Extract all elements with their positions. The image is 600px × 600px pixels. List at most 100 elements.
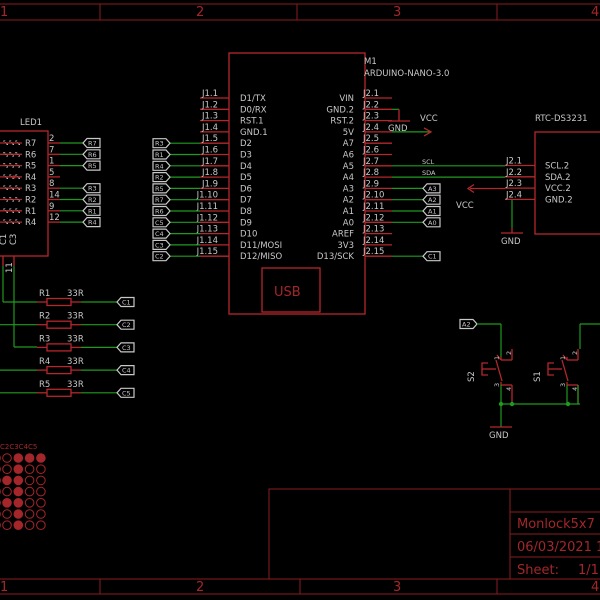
pin-name: 5V bbox=[343, 128, 354, 138]
resistor-name: R4 bbox=[39, 357, 50, 367]
matrix-dot-on bbox=[13, 498, 24, 508]
pin-name: SCL.2 bbox=[545, 162, 569, 172]
pin-name: 3V3 bbox=[337, 241, 354, 251]
matrix-dot-off bbox=[24, 464, 35, 475]
push-button-s1[interactable]: S11234 bbox=[533, 349, 579, 404]
resistor-r1[interactable]: R1 33R C1 bbox=[37, 289, 135, 308]
resistor-r4[interactable]: R4 33R C4 bbox=[0, 357, 135, 376]
gnd-label: GND bbox=[501, 237, 521, 247]
matrix-dot-off bbox=[24, 520, 35, 531]
pin-number: J2.12 bbox=[362, 213, 384, 223]
led-diode-icon: ⤡ bbox=[9, 207, 14, 215]
frame-col-3: 3 bbox=[393, 5, 401, 20]
pin-number: J1.2 bbox=[201, 100, 218, 110]
pin-number: J2.10 bbox=[362, 191, 384, 201]
net-port-label: R3 bbox=[155, 140, 164, 148]
led-diode-icon: ⤡ bbox=[3, 196, 8, 204]
switch-name: S2 bbox=[467, 371, 477, 382]
pin-name: D4 bbox=[240, 162, 252, 172]
matrix-dot-off bbox=[24, 498, 35, 508]
push-button-s2[interactable]: S2 12 34 bbox=[467, 349, 513, 404]
frame-col-4-bottom: 4 bbox=[591, 580, 599, 595]
resistor-value: 33R bbox=[67, 357, 84, 367]
pin-name: A2 bbox=[343, 196, 354, 206]
pin-number: J2.1 bbox=[362, 89, 379, 99]
led-diode-icon: ⤡ bbox=[15, 150, 20, 158]
resistor-body bbox=[46, 320, 72, 329]
matrix-dot-off bbox=[36, 498, 46, 508]
switch-pin-number: 3 bbox=[559, 383, 567, 387]
matrix-dot-off bbox=[36, 520, 46, 531]
pin-name: D2 bbox=[240, 139, 252, 149]
net-port-label: A1 bbox=[428, 208, 437, 216]
led-diode-icon: ⤡ bbox=[3, 218, 8, 226]
net-port-label: R5 bbox=[155, 185, 164, 193]
rtc-module[interactable]: RTC-DS3231 J2.1 SCL.2 J2.2 SDA.2 J2.3 VCC.2 J2… bbox=[456, 114, 600, 247]
resistor-name: R1 bbox=[39, 289, 50, 299]
col-label: C1 bbox=[0, 234, 9, 245]
matrix-dot-off bbox=[36, 475, 46, 486]
led-diode-icon: ⤡ bbox=[3, 184, 8, 192]
net-port-label: C1 bbox=[122, 299, 131, 307]
led-diode-icon: ⤡ bbox=[9, 139, 14, 147]
pin-name: D13/SCK bbox=[317, 252, 355, 262]
pin-name: R3 bbox=[25, 184, 36, 194]
net-port-label: C4 bbox=[155, 230, 164, 238]
pin-number: J2.1 bbox=[505, 157, 522, 167]
matrix-dot-off bbox=[2, 509, 12, 519]
pin-name: R6 bbox=[25, 150, 36, 160]
pin-name: GND.1 bbox=[240, 128, 268, 138]
net-port-label: R1 bbox=[88, 207, 97, 215]
frame-col-1: 1 bbox=[0, 5, 8, 20]
resistor-r3[interactable]: R3 33R C3 bbox=[37, 334, 135, 353]
title-text: Monlock5x7 bbox=[517, 517, 595, 532]
resistor-name: R3 bbox=[39, 334, 50, 344]
matrix-dot-on bbox=[13, 520, 24, 531]
pin-number: J2.15 bbox=[362, 247, 384, 257]
pin-name: A0 bbox=[343, 218, 354, 228]
junction-dot bbox=[565, 401, 571, 407]
led-diode-icon: ⤡ bbox=[3, 139, 8, 147]
switch-pin-number: 2 bbox=[571, 351, 579, 355]
led-diode-icon: ⤡ bbox=[15, 218, 20, 226]
arduino-nano[interactable]: USB M1 ARDUINO-NANO-3.0 J1.1 D1/TX J1.2 D0/… bbox=[152, 52, 505, 315]
pin-number: J2.4 bbox=[362, 123, 379, 133]
switch-pin-number: 1 bbox=[559, 356, 567, 360]
matrix-dot-on bbox=[2, 475, 12, 486]
pin-name: A6 bbox=[343, 151, 354, 161]
switch-pin-number: 3 bbox=[493, 383, 501, 387]
matrix-dot-on bbox=[2, 498, 12, 508]
pin-name: GND.2 bbox=[545, 195, 573, 205]
matrix-dot-off bbox=[2, 520, 12, 531]
pin-number: J2.13 bbox=[362, 225, 384, 235]
led-diode-icon: ⤡ bbox=[9, 196, 14, 204]
pin-number: J2.3 bbox=[505, 179, 522, 189]
pin-name: D1/TX bbox=[240, 94, 266, 104]
resistor-body bbox=[46, 365, 72, 375]
matrix-dot-off bbox=[24, 509, 35, 519]
col-label: C3 bbox=[9, 234, 19, 245]
net-port-label: R1 bbox=[155, 151, 164, 159]
matrix-dot-on bbox=[13, 509, 24, 519]
resistor-r2[interactable]: R2 33R C2 bbox=[0, 312, 135, 330]
date-text: 06/03/2021 1 bbox=[517, 540, 600, 555]
resistor-value: 33R bbox=[67, 380, 84, 390]
net-port-label: A3 bbox=[428, 185, 437, 193]
net-port-label: R4 bbox=[155, 162, 164, 170]
pin-name: A5 bbox=[343, 162, 354, 172]
rtc-name: RTC-DS3231 bbox=[535, 114, 588, 124]
arduino-name: M1 bbox=[364, 57, 377, 67]
pin-number: 8 bbox=[49, 179, 54, 189]
switch-pin-number: 1 bbox=[493, 356, 501, 360]
resistor-name: R2 bbox=[39, 312, 50, 322]
pin-number: J1.6 bbox=[201, 146, 218, 156]
pin-number: J1.9 bbox=[201, 179, 218, 189]
gnd-label: GND bbox=[489, 431, 509, 441]
sheet-value: 1/1 bbox=[578, 563, 599, 578]
pin-name: D12/MISO bbox=[240, 252, 282, 262]
resistor-r5[interactable]: R5 33R C5 bbox=[0, 380, 135, 398]
pin-number: J2.11 bbox=[362, 202, 384, 212]
pin-number: J2.3 bbox=[362, 112, 379, 122]
schematic-canvas[interactable]: 1 2 3 4 1 2 3 4 Monlock5x7 06/03/2021 1 … bbox=[0, 0, 600, 600]
dot-matrix-preview: C2C3C4C5 bbox=[0, 443, 46, 531]
